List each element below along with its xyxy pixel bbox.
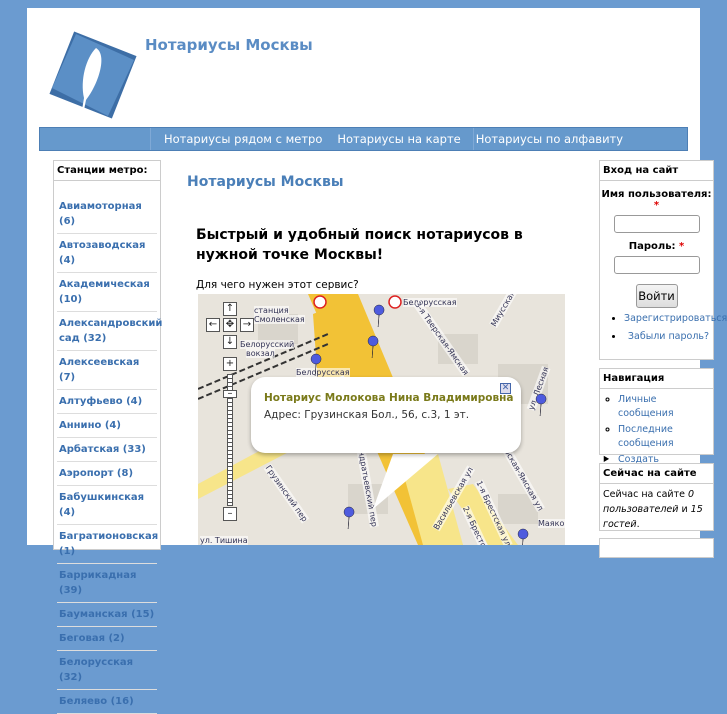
map-pin [517, 528, 529, 545]
metro-station-link[interactable]: Алексеевская (7) [57, 351, 157, 390]
online-block: Сейчас на сайте Сейчас на сайте 0 пользо… [599, 463, 714, 531]
nav-metro[interactable]: Нотариусы рядом с метро [164, 132, 322, 146]
map-pin [343, 506, 355, 530]
metro-station-link[interactable]: Беговая (2) [57, 627, 157, 651]
metro-station-link[interactable]: Аэропорт (8) [57, 462, 157, 486]
metro-block: Станции метро: Авиамоторная (6) Автозавод… [53, 160, 162, 714]
required-mark: * [679, 241, 685, 252]
metro-station-link[interactable]: Александровский сад (32) [57, 312, 162, 351]
metro-station-link[interactable]: Арбатская (33) [57, 438, 157, 462]
online-dot: . [636, 519, 640, 530]
map-pin [373, 304, 385, 328]
online-prefix: Сейчас на сайте [603, 489, 688, 500]
login-title: Вход на сайт [600, 161, 713, 181]
metro-station-link[interactable]: Беляево (16) [57, 690, 157, 714]
online-title: Сейчас на сайте [600, 464, 713, 484]
metro-block-title: Станции метро: [54, 161, 160, 181]
popup-title[interactable]: Нотариус Молокова Нина Владимировна [264, 392, 513, 404]
nav-messages-link[interactable]: Личные сообщения [618, 394, 674, 419]
metro-station-link[interactable]: Аннино (4) [57, 414, 157, 438]
register-link[interactable]: Зарегистрироваться [624, 313, 727, 324]
password-label: Пароль: [628, 241, 676, 252]
page-title: Нотариусы Москвы [187, 174, 344, 190]
map-pin [367, 335, 379, 359]
online-text: Сейчас на сайте 0 пользователей и 15 гос… [600, 484, 713, 535]
nav-map[interactable]: Нотариусы на карте [337, 132, 460, 146]
required-mark: * [653, 200, 660, 211]
metro-station-link[interactable]: Автозаводская (4) [57, 234, 157, 273]
login-button[interactable]: Войти [635, 284, 678, 308]
navigation-block: Навигация Личные сообщения Последние соо… [599, 368, 714, 479]
metro-station-link[interactable]: Академическая (10) [57, 273, 157, 312]
next-block [599, 538, 714, 558]
nav-alphabet[interactable]: Нотариусы по алфавиту [476, 132, 623, 146]
username-input[interactable] [613, 215, 700, 233]
login-block: Вход на сайт Имя пользователя: * Пароль:… [599, 160, 727, 360]
metro-station-link[interactable]: Алтуфьево (4) [57, 390, 157, 414]
metro-list: Авиамоторная (6) Автозаводская (4) Академи… [54, 195, 162, 714]
map[interactable]: станция Смоленская Белорусский вокзал Бе… [198, 294, 565, 545]
map-pin [310, 353, 322, 377]
metro-station-link[interactable]: Бабушкинская (4) [57, 486, 157, 525]
forgot-password-link[interactable]: Забыли пароль? [628, 331, 709, 342]
metro-station-link[interactable]: Бауманская (15) [57, 603, 157, 627]
metro-station-link[interactable]: Авиамоторная (6) [57, 195, 157, 234]
site-logo[interactable] [48, 30, 138, 120]
map-info-popup: Нотариус Молокова Нина Владимировна Адре… [251, 377, 521, 453]
headline: Быстрый и удобный поиск нотариусов в нуж… [196, 227, 523, 263]
why-link[interactable]: Для чего нужен этот сервис? [196, 279, 359, 291]
username-label: Имя пользователя: [601, 189, 712, 200]
main-nav: Нотариусы рядом с метро Нотариусы на кар… [39, 127, 688, 151]
metro-station-link[interactable]: Баррикадная (39) [57, 564, 157, 603]
close-icon[interactable]: ✕ [500, 383, 511, 394]
online-and: и [678, 504, 691, 515]
nav-recent-link[interactable]: Последние сообщения [618, 424, 674, 449]
popup-address: Адрес: Грузинская Бол., 56, с.3, 1 эт. [264, 409, 470, 421]
metro-station-link[interactable]: Белорусская (32) [57, 651, 157, 690]
navigation-title: Навигация [600, 369, 713, 389]
password-input[interactable] [613, 256, 700, 274]
site-title[interactable]: Нотариусы Москвы [145, 36, 313, 54]
map-pin [535, 393, 547, 417]
